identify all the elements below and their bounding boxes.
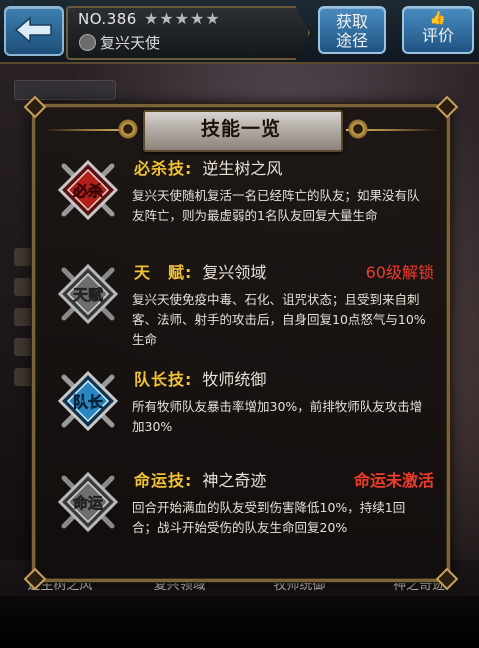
hero-name: 复兴天使	[100, 34, 161, 52]
skill-description: 回合开始满血的队友受到伤害降低10%，持续1回合；战斗开始受伤的队友生命回复20…	[132, 500, 406, 535]
skill-header: 队长技: 牧师统御	[134, 369, 434, 391]
skill-type: 命运技:	[134, 471, 193, 490]
skill-description: 复兴天使随机复活一名已经阵亡的队友；如果没有队友阵亡，则为最虚弱的1名队友回复大…	[132, 188, 420, 223]
skill-name: 牧师统御	[202, 370, 267, 389]
leader-icon-label: 队长	[73, 393, 104, 411]
hero-number: NO.386	[78, 10, 137, 28]
destiny-icon-label: 命运	[72, 494, 103, 512]
skill-description: 所有牧师队友暴击率增加30%，前排牧师队友攻击增加30%	[132, 399, 423, 434]
skill-type: 天 赋:	[134, 263, 193, 282]
leader-skill-icon[interactable]: 队长	[56, 369, 120, 433]
power-stat-bg	[14, 80, 116, 100]
skill-name: 逆生树之风	[202, 159, 283, 178]
star-rating: ★★★★★	[144, 9, 221, 28]
talent-icon-label: 天赋	[73, 286, 103, 304]
talent-skill-icon[interactable]: 天赋	[56, 262, 120, 326]
destiny-skill-icon[interactable]: 命运	[56, 470, 120, 534]
skill-description: 复兴天使免疫中毒、石化、诅咒状态；且受到来自刺客、法师、射手的攻击后，自身回复1…	[132, 292, 426, 347]
obtain-label-2: 途径	[335, 31, 368, 50]
back-arrow-icon	[14, 16, 52, 44]
bottom-band	[0, 596, 479, 648]
skill-type: 必杀技:	[134, 159, 193, 178]
panel-title: 技能一览	[200, 118, 281, 140]
skill-header: 命运技: 神之奇迹 命运未激活	[134, 470, 434, 492]
faction-icon	[79, 34, 96, 51]
back-button[interactable]	[4, 6, 64, 56]
skill-destiny-status: 命运未激活	[353, 471, 434, 490]
obtain-label-1: 获取	[335, 12, 368, 31]
ultimate-skill-icon[interactable]: 必杀	[56, 158, 120, 222]
skill-header: 必杀技: 逆生树之风	[134, 158, 434, 180]
skill-type: 队长技:	[134, 370, 193, 389]
skill-name: 神之奇迹	[202, 471, 267, 490]
rate-label: 评价	[421, 26, 454, 45]
skill-header: 天 赋: 复兴领域 60级解锁	[134, 262, 434, 284]
ultimate-icon-label: 必杀	[72, 182, 103, 200]
thumbs-up-icon: 👍	[429, 11, 447, 26]
obtain-path-button[interactable]: 获取 途径	[318, 6, 386, 54]
rate-button[interactable]: 👍 评价	[402, 6, 474, 54]
skill-name: 复兴领域	[202, 263, 267, 282]
skill-unlock-status: 60级解锁	[365, 263, 434, 282]
